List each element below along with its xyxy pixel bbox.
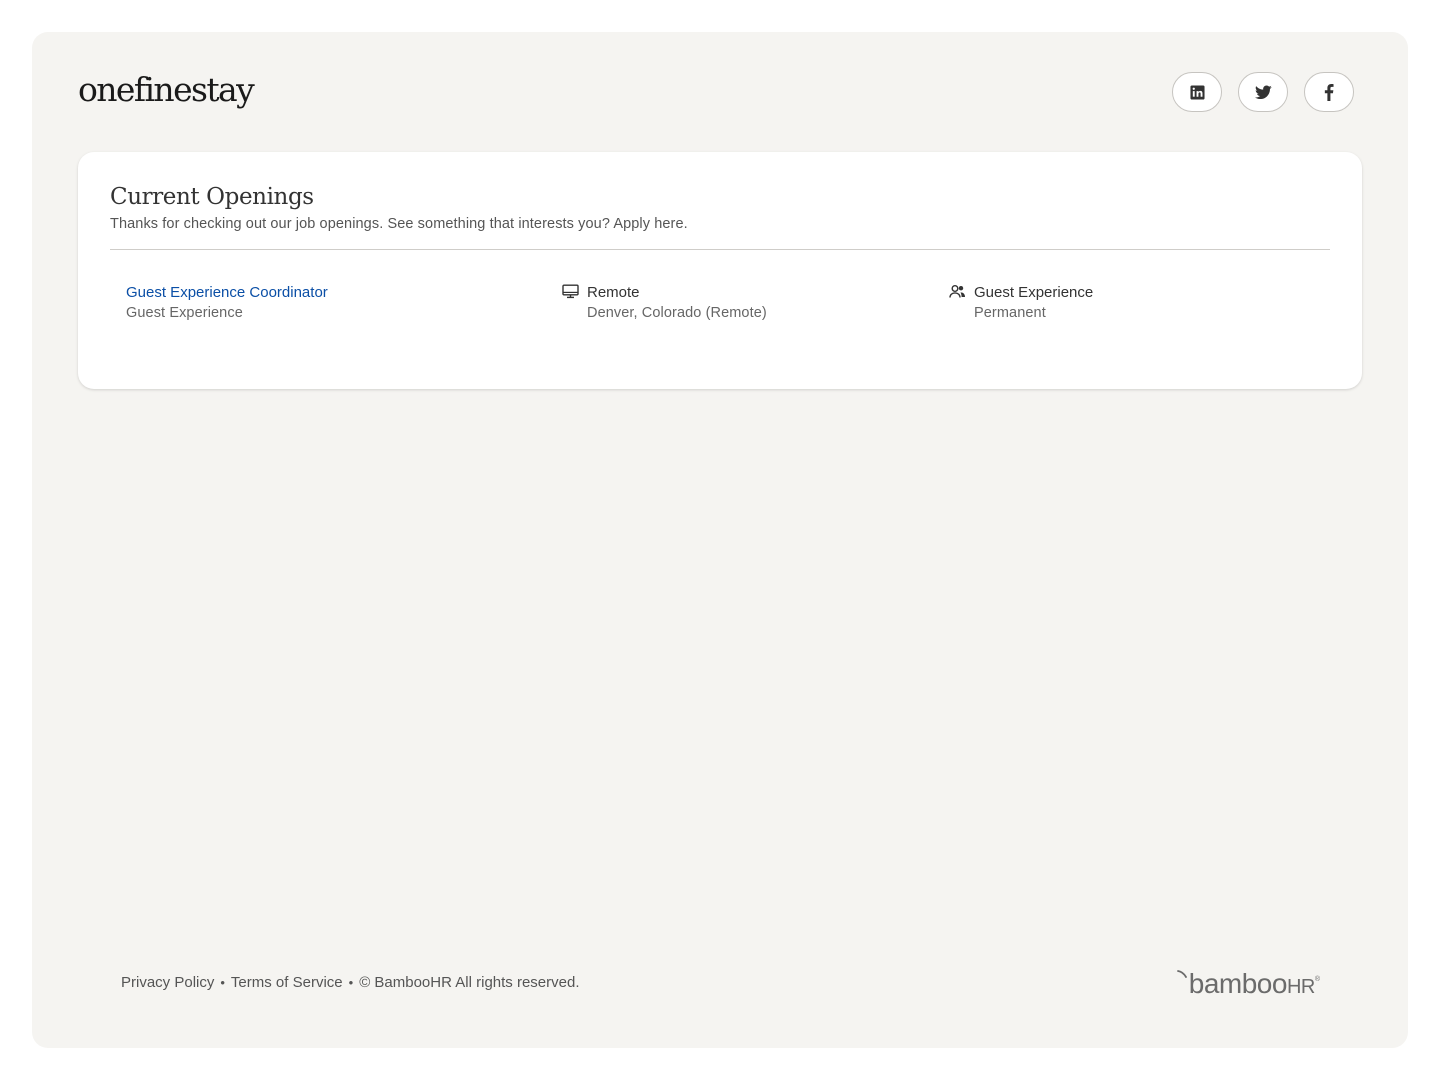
page-frame: onefinestay Current Openings Thanks for … <box>32 32 1408 1048</box>
bamboo-logo-text: bamboo <box>1188 968 1288 999</box>
footer-links: Privacy Policy • Terms of Service • © Ba… <box>121 973 580 993</box>
divider <box>110 249 1330 250</box>
copyright-text: © BambooHR All rights reserved. <box>359 974 580 991</box>
job-location: Denver, Colorado (Remote) <box>587 305 767 321</box>
twitter-icon <box>1254 84 1272 99</box>
job-row: Guest Experience Coordinator Guest Exper… <box>110 282 1330 326</box>
linkedin-icon <box>1189 84 1205 100</box>
facebook-icon <box>1324 83 1334 101</box>
page-title: Current Openings <box>110 184 314 210</box>
job-location-column: Remote Denver, Colorado (Remote) <box>562 282 767 324</box>
openings-card: Current Openings Thanks for checking out… <box>78 152 1362 389</box>
separator-dot: • <box>220 975 225 990</box>
job-team-column: Guest Experience Permanent <box>949 282 1093 324</box>
monitor-icon <box>562 284 579 305</box>
facebook-button[interactable] <box>1304 72 1354 112</box>
bamboo-logo-trademark: ® <box>1314 976 1320 983</box>
people-icon <box>949 284 966 305</box>
bamboo-logo-hr: HR <box>1286 976 1315 998</box>
bamboo-leaf-icon <box>1176 970 1187 978</box>
job-department: Guest Experience <box>126 305 243 321</box>
job-employment-type: Permanent <box>974 305 1046 321</box>
linkedin-button[interactable] <box>1172 72 1222 112</box>
job-team: Guest Experience <box>974 284 1094 301</box>
job-location-type: Remote <box>587 284 640 301</box>
twitter-button[interactable] <box>1238 72 1288 112</box>
terms-of-service-link[interactable]: Terms of Service <box>231 973 343 993</box>
privacy-policy-link[interactable]: Privacy Policy <box>121 973 214 993</box>
separator-dot: • <box>348 975 354 990</box>
company-logo[interactable]: onefinestay <box>78 68 255 112</box>
page-subtitle: Thanks for checking out our job openings… <box>110 216 688 232</box>
job-title-link[interactable]: Guest Experience Coordinator <box>126 282 328 303</box>
social-links <box>1172 72 1354 112</box>
bamboohr-logo[interactable]: bamboo HR ® <box>1176 968 1320 1000</box>
job-title-column: Guest Experience Coordinator Guest Exper… <box>126 282 328 324</box>
